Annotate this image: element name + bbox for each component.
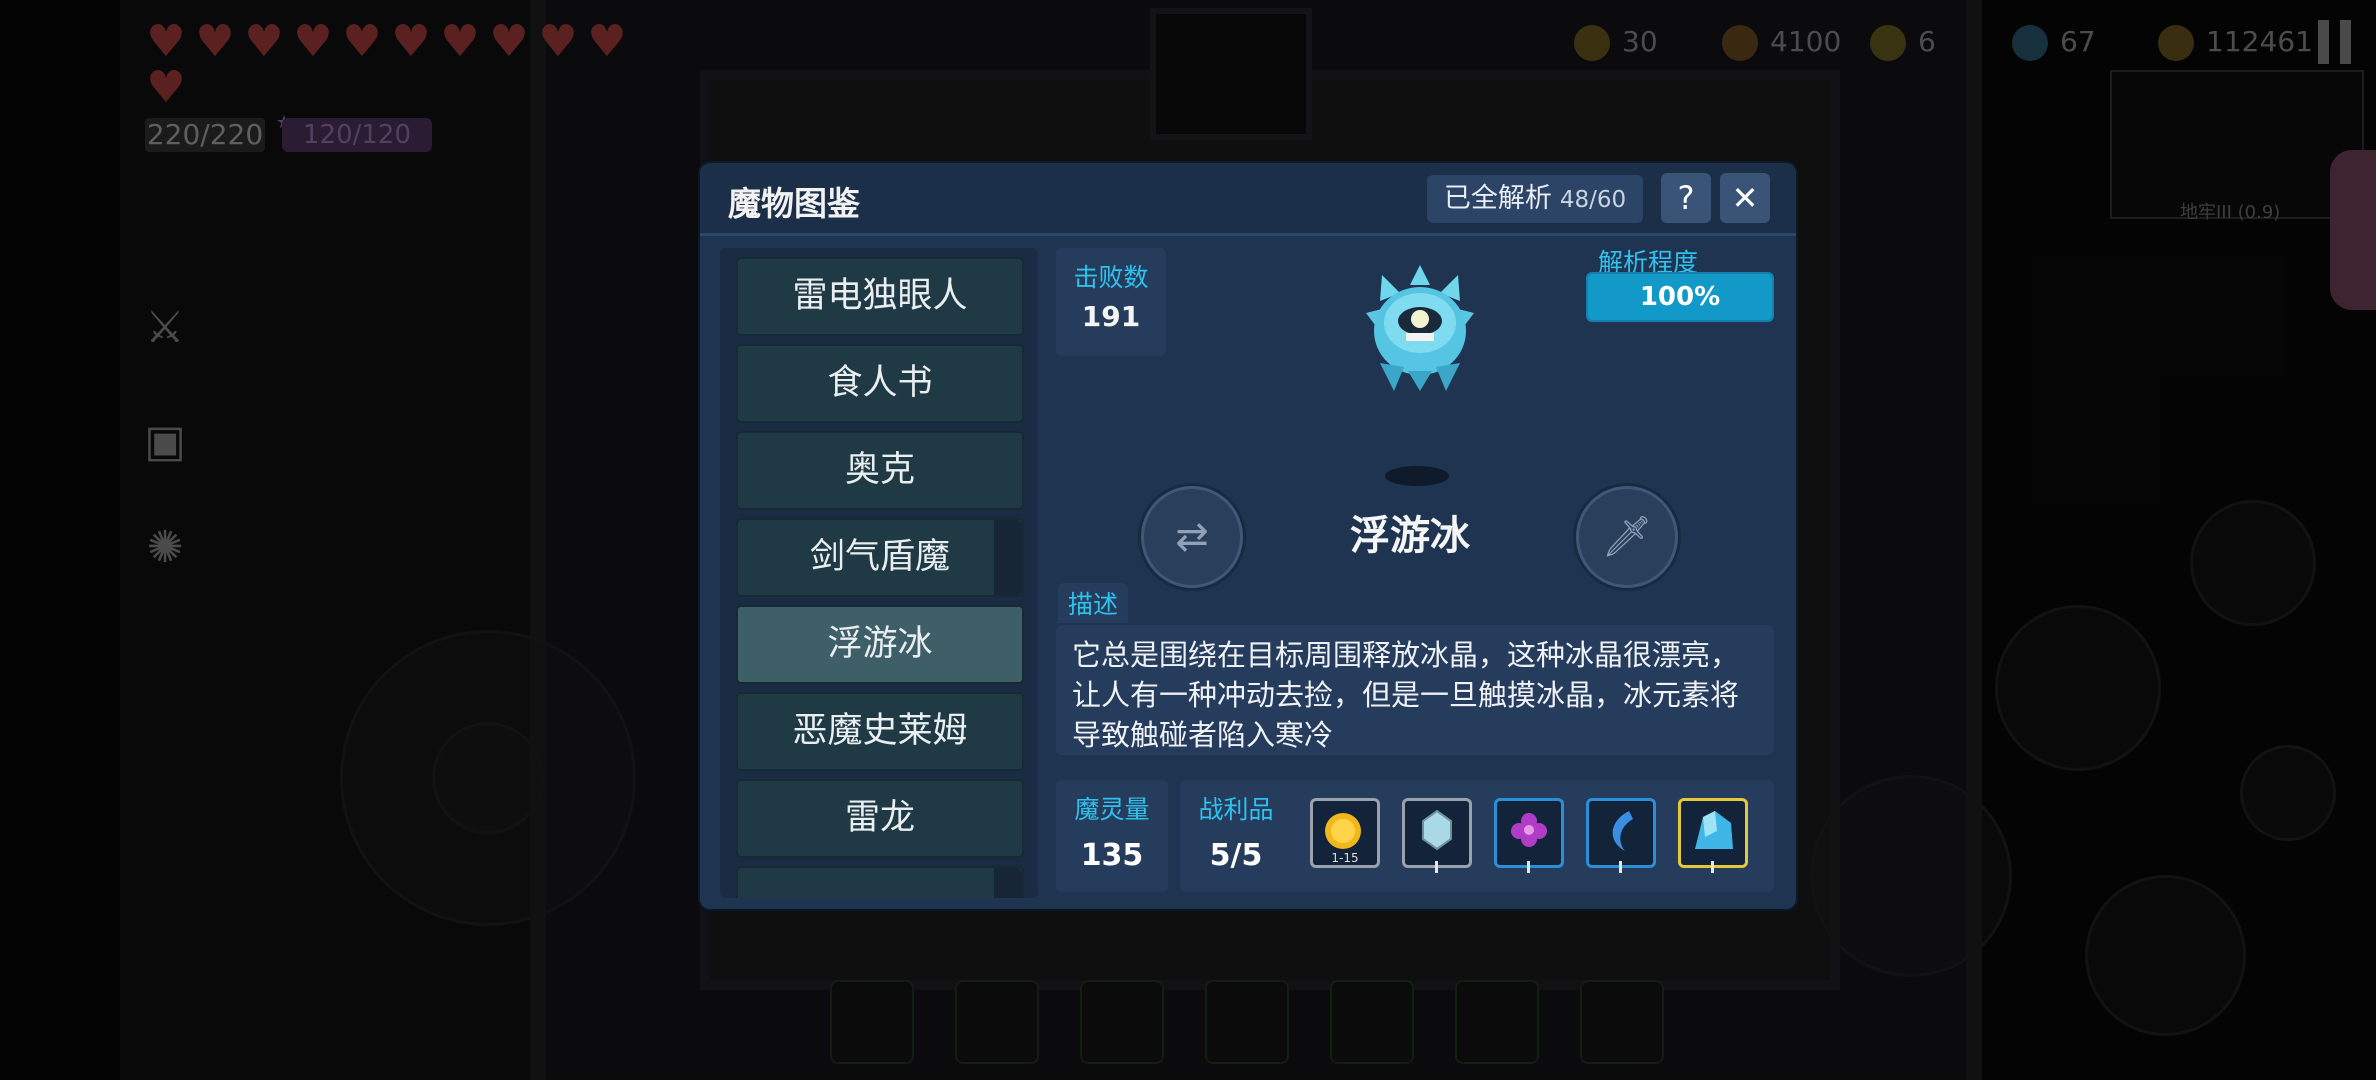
- sword-shield-icon[interactable]: ⚔: [140, 298, 190, 358]
- bestiary-modal: 魔物图鉴 已全解析 48/60 ? ✕ 雷电独眼人 食人书 奥克 剑气盾魔 浮游冰…: [700, 163, 1796, 909]
- heart-icon: ♥: [195, 16, 235, 67]
- sword-icon: 🗡: [1601, 514, 1653, 560]
- ice-monster-sprite: [1366, 265, 1474, 391]
- heart-icon: ♥: [538, 16, 578, 67]
- monster-name: 浮游冰: [1350, 513, 1470, 559]
- heart-icon: ♥: [440, 16, 480, 67]
- overlay-app-icon[interactable]: [2330, 150, 2376, 310]
- heart-icon: ♥: [244, 16, 284, 67]
- diamond-ore-icon: [1722, 25, 1758, 61]
- loot-count: 1-15: [1331, 851, 1359, 865]
- heart-icon: ♥: [587, 16, 627, 67]
- loot-value: 5/5: [1209, 838, 1263, 873]
- gem-icon: [2012, 25, 2048, 61]
- loot-slot[interactable]: [1678, 798, 1748, 873]
- description-text: 它总是围绕在目标周围释放冰晶，这种冰晶很漂亮，让人有一种冲动去捡，但是一旦触摸冰…: [1072, 638, 1740, 752]
- monster-list-item[interactable]: 雷电独眼人: [736, 257, 1024, 336]
- resource-key: 6: [1870, 22, 1936, 62]
- lightbulb-icon[interactable]: ✺: [140, 518, 190, 578]
- analysis-progress-bar: 100%: [1586, 272, 1774, 322]
- heart-icon: ♥: [293, 16, 333, 67]
- help-button[interactable]: ?: [1661, 173, 1711, 223]
- monster-list-item[interactable]: 剑气盾魔: [736, 518, 1024, 597]
- hp-counter: 220/220: [145, 118, 265, 152]
- minimap-label: 地牢III (0.9): [2180, 202, 2281, 223]
- parsed-count: 48/60: [1559, 187, 1627, 213]
- crown-icon: [1574, 25, 1610, 61]
- ice-shard-icon: [1695, 811, 1733, 849]
- monster-list-item[interactable]: 雷龙: [736, 779, 1024, 858]
- loot-slot[interactable]: [1402, 798, 1472, 873]
- heart-icon: ♥: [146, 62, 186, 113]
- purple-flower-icon: [1511, 813, 1547, 847]
- modal-title: 魔物图鉴: [728, 184, 860, 223]
- monster-shadow: [1385, 466, 1449, 486]
- monster-list-item[interactable]: 奥克: [736, 431, 1024, 510]
- heart-icon: ♥: [489, 16, 529, 67]
- mp-counter: 120/120: [282, 118, 432, 152]
- loot-label: 战利品: [1198, 795, 1274, 824]
- list-item-edge: [994, 520, 1022, 595]
- loot-slot[interactable]: [1586, 798, 1656, 873]
- kills-box: 击败数 191: [1056, 248, 1166, 356]
- parsed-status: 已全解析 48/60: [1427, 175, 1643, 223]
- health-hearts: ♥ ♥ ♥ ♥ ♥ ♥ ♥ ♥ ♥ ♥♥: [144, 20, 644, 112]
- swap-view-button[interactable]: ⇄: [1141, 486, 1243, 588]
- resource-coin: 112461: [2158, 22, 2313, 62]
- key-icon: [1870, 25, 1906, 61]
- kills-value: 191: [1081, 300, 1141, 333]
- coin-icon: [2158, 25, 2194, 61]
- soul-value: 135: [1080, 838, 1144, 873]
- list-item-edge: [994, 868, 1022, 898]
- description-label: 描述: [1058, 583, 1129, 623]
- pause-button[interactable]: [2318, 20, 2354, 64]
- kills-label: 击败数: [1073, 263, 1149, 292]
- soul-box: 魔灵量 135: [1056, 780, 1168, 892]
- loot-slot[interactable]: [1494, 798, 1564, 873]
- ice-horn-icon: [1612, 811, 1633, 851]
- monster-list-item[interactable]: 恶魔史莱姆: [736, 692, 1024, 771]
- close-button[interactable]: ✕: [1720, 173, 1770, 223]
- monster-list-item-partial[interactable]: [736, 866, 1024, 898]
- soul-label: 魔灵量: [1074, 795, 1150, 824]
- swap-arrows-icon: ⇄: [1175, 514, 1209, 560]
- heart-icon: ♥: [391, 16, 431, 67]
- monster-list-item[interactable]: 食人书: [736, 344, 1024, 423]
- monster-list-item-selected[interactable]: 浮游冰: [736, 605, 1024, 684]
- attack-info-button[interactable]: 🗡: [1576, 486, 1678, 588]
- heart-icon: ♥: [146, 16, 186, 67]
- monster-list[interactable]: 雷电独眼人 食人书 奥克 剑气盾魔 浮游冰 恶魔史莱姆 雷龙: [720, 248, 1038, 898]
- description-box: 它总是围绕在目标周围释放冰晶，这种冰晶很漂亮，让人有一种冲动去捡，但是一旦触摸冰…: [1056, 625, 1774, 755]
- resource-ore: 4100: [1722, 22, 1841, 62]
- heart-icon: ♥: [342, 16, 382, 67]
- resource-crown: 30: [1574, 22, 1658, 62]
- analysis-value: 100%: [1639, 282, 1721, 312]
- loot-box: 战利品 5/5 1-15: [1180, 780, 1774, 892]
- resource-gem: 67: [2012, 22, 2096, 62]
- loot-slot[interactable]: 1-15: [1310, 798, 1380, 868]
- backpack-icon[interactable]: ▣: [140, 412, 190, 472]
- ice-crystal-icon: [1422, 809, 1452, 851]
- minimap[interactable]: [2110, 70, 2364, 219]
- modal-header: 魔物图鉴 已全解析 48/60 ? ✕: [700, 163, 1796, 236]
